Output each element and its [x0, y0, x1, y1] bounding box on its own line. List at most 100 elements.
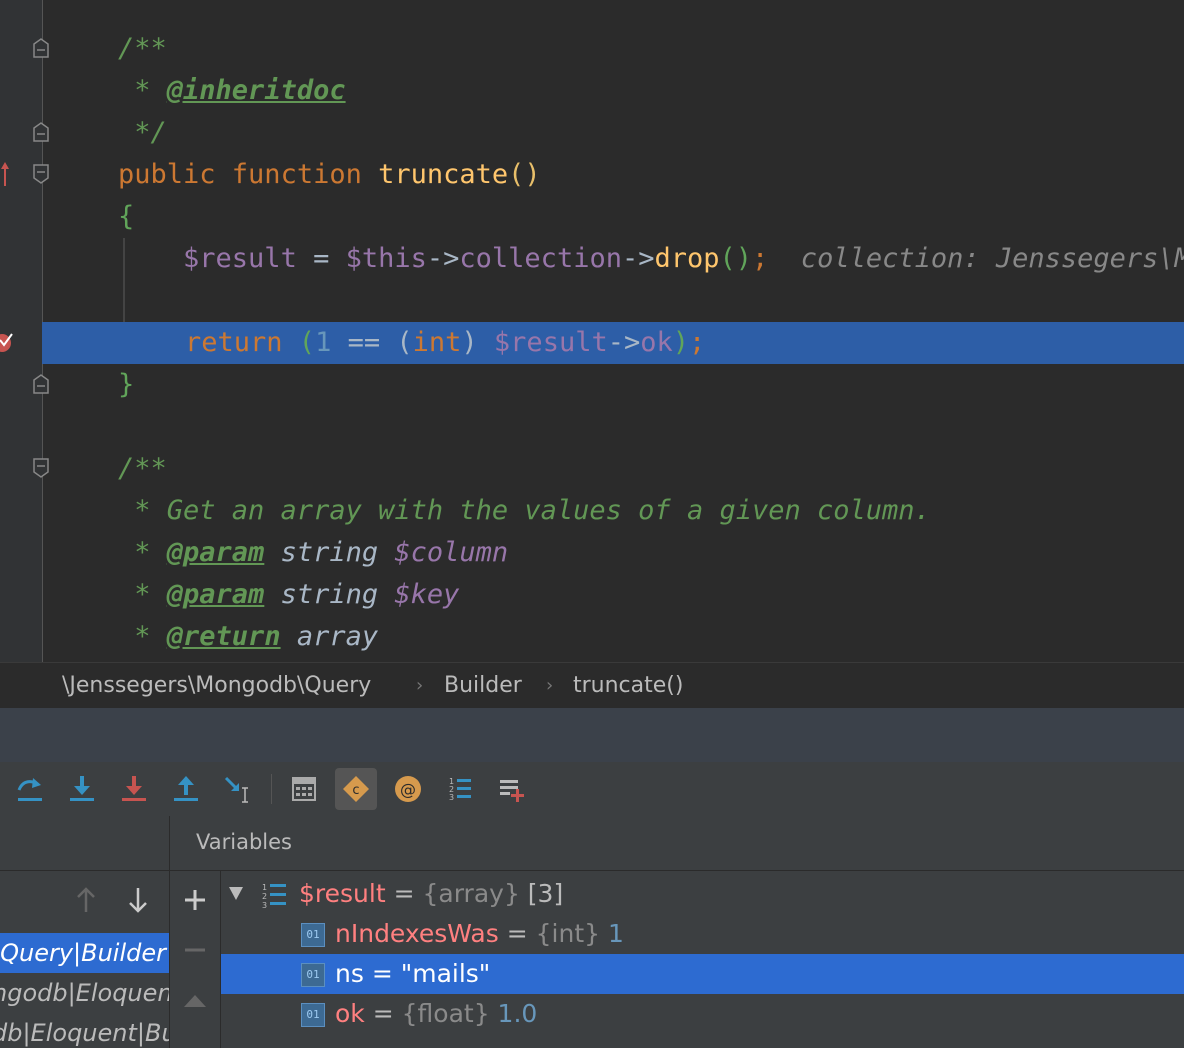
code-line[interactable]: public function truncate() [0, 154, 1184, 196]
code-text: * @param string $key [118, 574, 459, 616]
code-line[interactable] [0, 406, 1184, 448]
code-line[interactable]: } [0, 364, 1184, 406]
arrow-down-icon[interactable] [126, 886, 150, 914]
frame-item[interactable]: db|Eloquent|Bu [0, 1013, 169, 1048]
variable-row-ns[interactable]: 01 ns = "mails" [221, 954, 1184, 994]
force-step-into-button[interactable] [113, 768, 155, 810]
debug-panel-header [0, 708, 1184, 763]
code-token: () [719, 243, 753, 274]
code-token: /** [118, 453, 167, 484]
code-token: * [118, 579, 167, 610]
frame-item[interactable]: ngodb|Eloquent [0, 973, 169, 1013]
run-to-cursor-button[interactable] [217, 768, 259, 810]
code-token: return [185, 327, 299, 358]
svg-text:2: 2 [262, 892, 267, 901]
triangle-up-icon[interactable] [182, 987, 208, 1013]
primitive-icon: 01 [301, 1003, 325, 1027]
code-token: * [118, 75, 167, 106]
code-token: * [118, 537, 167, 568]
variable-value: 1 [600, 919, 624, 948]
breadcrumb-namespace[interactable]: \Jenssegers\Mongodb\Query [62, 673, 371, 698]
add-watch-button[interactable] [491, 768, 533, 810]
arrow-up-icon[interactable] [74, 886, 98, 914]
code-token: $this [345, 243, 427, 274]
variable-equals: = [363, 959, 401, 988]
expand-triangle-icon[interactable] [227, 884, 245, 902]
current-execution-line[interactable]: return (1 == (int) $result->ok); [42, 322, 1184, 364]
variable-row-nindexeswas[interactable]: 01 nIndexesWas = {int} 1 [221, 914, 1184, 954]
plus-icon[interactable] [182, 887, 208, 913]
variables-panel: Variables 123 $result = {array} [3] 01 nI… [170, 816, 1184, 1048]
show-class-constants-button[interactable]: c [335, 768, 377, 810]
variable-type: {int} [535, 919, 601, 948]
code-token: @return [166, 621, 281, 652]
show-static-button[interactable]: @ [387, 768, 429, 810]
variable-name: $result [299, 879, 386, 908]
numbered-list-icon: 123 [449, 777, 471, 802]
code-line[interactable]: $result = $this->collection->drop(); col… [0, 238, 1184, 280]
variable-name: nIndexesWas [335, 919, 499, 948]
code-line[interactable]: * @param string $column [0, 532, 1184, 574]
code-text: * @return array [118, 616, 378, 658]
minus-icon[interactable] [182, 937, 208, 963]
variables-title: Variables [196, 830, 292, 854]
code-line[interactable]: /** [0, 448, 1184, 490]
code-line[interactable]: * @return array [0, 616, 1184, 658]
variable-equals: = [364, 999, 402, 1028]
code-token: $result [183, 243, 297, 274]
code-token: ; [689, 327, 706, 358]
code-token: ( [298, 327, 316, 358]
variable-value: 1.0 [489, 999, 538, 1028]
step-over-button[interactable] [9, 768, 51, 810]
variables-side-toolbar [170, 871, 221, 1048]
code-token: ok [640, 327, 673, 358]
primitive-icon: 01 [301, 923, 325, 947]
breadcrumb: \Jenssegers\Mongodb\Query › Builder › tr… [0, 662, 1184, 709]
code-token: drop [654, 243, 720, 274]
code-token: @inheritdoc [166, 75, 346, 106]
variable-name: ok [335, 999, 365, 1028]
variable-row-ok[interactable]: 01 ok = {float} 1.0 [221, 994, 1184, 1034]
code-line[interactable]: /** [0, 28, 1184, 70]
run-to-cursor-icon [224, 776, 248, 803]
code-line[interactable]: * @inheritdoc [0, 70, 1184, 112]
variables-header: Variables [170, 816, 1184, 871]
primitive-icon: 01 [301, 963, 325, 987]
code-line[interactable]: { [0, 196, 1184, 238]
code-line[interactable]: * Get an array with the values of a give… [0, 490, 1184, 532]
code-token: * Get an array with the values of a give… [118, 495, 931, 526]
evaluate-expression-button[interactable] [283, 768, 325, 810]
frame-item[interactable]: \Query|Builder [0, 933, 169, 973]
code-line[interactable]: * @param string $key [0, 574, 1184, 616]
code-token: { [118, 201, 135, 232]
toolbar-separator [271, 774, 272, 804]
code-token: = [296, 243, 346, 274]
code-token: ( [396, 327, 413, 358]
code-line[interactable]: */ [0, 112, 1184, 154]
breadcrumb-class[interactable]: Builder [444, 673, 522, 698]
code-editor[interactable]: /** * @inheritdoc */ public function trun… [0, 0, 1184, 662]
variable-name: ns [335, 959, 364, 988]
breadcrumb-method[interactable]: truncate() [573, 673, 683, 698]
step-over-icon [17, 778, 42, 801]
code-text: } [118, 364, 134, 406]
step-into-icon [70, 776, 94, 801]
show-values-button[interactable]: 123 [439, 768, 481, 810]
chevron-right-icon: › [416, 675, 424, 696]
array-icon: 123 [262, 883, 286, 910]
code-token: $result [493, 327, 608, 358]
code-token: -> [607, 327, 641, 358]
code-token: truncate [378, 159, 509, 190]
step-out-button[interactable] [165, 768, 207, 810]
breakpoint-icon[interactable] [0, 328, 16, 356]
variable-row-result[interactable]: 123 $result = {array} [3] [221, 874, 1184, 914]
code-text: { [118, 196, 134, 238]
code-text: /** [118, 448, 167, 490]
code-text: * Get an array with the values of a give… [118, 490, 931, 532]
code-token: $key [394, 579, 460, 610]
code-token: public [118, 159, 232, 190]
code-token: $column [394, 537, 509, 568]
step-into-button[interactable] [61, 768, 103, 810]
code-line[interactable] [0, 280, 1184, 322]
